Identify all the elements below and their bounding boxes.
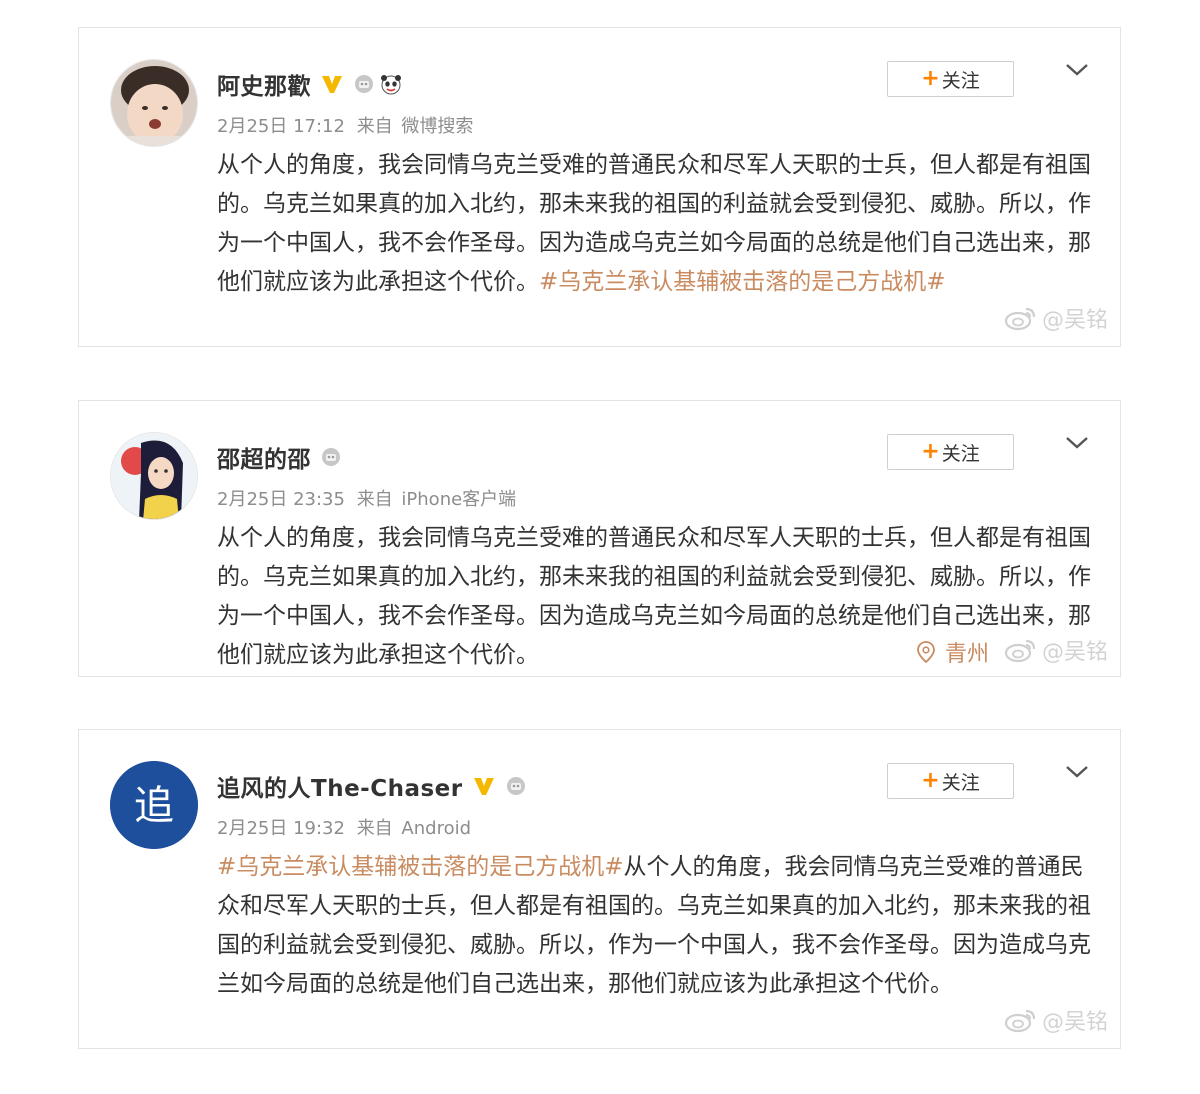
topic-link[interactable]: #乌克兰承认基辅被击落的是己方战机# — [539, 269, 946, 295]
member-level-icon — [505, 775, 527, 797]
chevron-down-icon[interactable] — [1063, 432, 1091, 454]
source-prefix: 来自 — [356, 818, 393, 839]
user-avatar[interactable]: 追 — [110, 761, 198, 849]
weibo-logo-icon — [1004, 639, 1036, 663]
weibo-screenshot-page: 阿史那歡 2月25日 17:12 来自 微博搜索 + 关注 从个人的角度，我会同… — [0, 0, 1200, 1094]
watermark-text: @吴铭 — [1041, 1010, 1108, 1035]
weibo-watermark: @吴铭 — [1004, 634, 1108, 666]
weibo-logo-icon — [1004, 1009, 1036, 1033]
chevron-down-icon[interactable] — [1063, 761, 1091, 783]
weibo-watermark: @吴铭 — [1004, 302, 1108, 334]
post-meta: 2月25日 17:12 来自 微博搜索 — [217, 112, 473, 138]
username[interactable]: 邵超的邵 — [217, 440, 311, 474]
member-level-icon — [353, 73, 375, 95]
v-verified-icon — [472, 775, 496, 797]
plus-icon: + — [921, 66, 940, 91]
post-source[interactable]: Android — [401, 818, 471, 839]
follow-button[interactable]: + 关注 — [887, 434, 1014, 470]
weibo-post-card: 邵超的邵 2月25日 23:35 来自 iPhone客户端 + 关注 从个人的角… — [78, 400, 1121, 677]
weibo-logo-icon — [1004, 307, 1036, 331]
username[interactable]: 阿史那歡 — [217, 67, 311, 101]
v-verified-icon — [320, 73, 344, 95]
post-text: #乌克兰承认基辅被击落的是己方战机#从个人的角度，我会同情乌克兰受难的普通民众和… — [217, 848, 1097, 1004]
follow-label: 关注 — [941, 442, 980, 465]
location-pin-icon — [917, 641, 935, 663]
plus-icon: + — [921, 768, 940, 793]
member-level-icon — [320, 446, 342, 468]
topic-link[interactable]: #乌克兰承认基辅被击落的是己方战机# — [217, 854, 624, 880]
post-date[interactable]: 2月25日 23:35 — [217, 489, 345, 510]
post-source[interactable]: iPhone客户端 — [401, 489, 516, 510]
follow-label: 关注 — [941, 69, 980, 92]
panda-emoji-icon — [379, 73, 403, 95]
follow-button[interactable]: + 关注 — [887, 763, 1014, 799]
plus-icon: + — [921, 439, 940, 464]
source-prefix: 来自 — [356, 116, 393, 137]
source-prefix: 来自 — [356, 489, 393, 510]
username[interactable]: 追风的人The-Chaser — [217, 769, 463, 803]
avatar-glyph: 追 — [134, 783, 174, 829]
chevron-down-icon[interactable] — [1063, 59, 1091, 81]
follow-label: 关注 — [941, 771, 980, 794]
post-date[interactable]: 2月25日 17:12 — [217, 116, 345, 137]
name-row: 阿史那歡 — [217, 66, 403, 102]
location-tag[interactable]: 青州 — [917, 636, 989, 668]
post-date[interactable]: 2月25日 19:32 — [217, 818, 345, 839]
watermark-text: @吴铭 — [1041, 308, 1108, 333]
post-meta: 2月25日 23:35 来自 iPhone客户端 — [217, 485, 516, 511]
follow-button[interactable]: + 关注 — [887, 61, 1014, 97]
weibo-post-card: 阿史那歡 2月25日 17:12 来自 微博搜索 + 关注 从个人的角度，我会同… — [78, 27, 1121, 347]
weibo-post-card: 追 追风的人The-Chaser 2月25日 19:32 来自 Android … — [78, 729, 1121, 1049]
watermark-text: @吴铭 — [1041, 640, 1108, 665]
location-name: 青州 — [945, 642, 990, 667]
weibo-watermark: @吴铭 — [1004, 1004, 1108, 1036]
post-source[interactable]: 微博搜索 — [401, 116, 473, 137]
user-avatar[interactable] — [110, 59, 198, 147]
post-text: 从个人的角度，我会同情乌克兰受难的普通民众和尽军人天职的士兵，但人都是有祖国的。… — [217, 146, 1097, 302]
name-row: 追风的人The-Chaser — [217, 768, 527, 804]
name-row: 邵超的邵 — [217, 439, 342, 475]
post-meta: 2月25日 19:32 来自 Android — [217, 814, 471, 840]
user-avatar[interactable] — [110, 432, 198, 520]
